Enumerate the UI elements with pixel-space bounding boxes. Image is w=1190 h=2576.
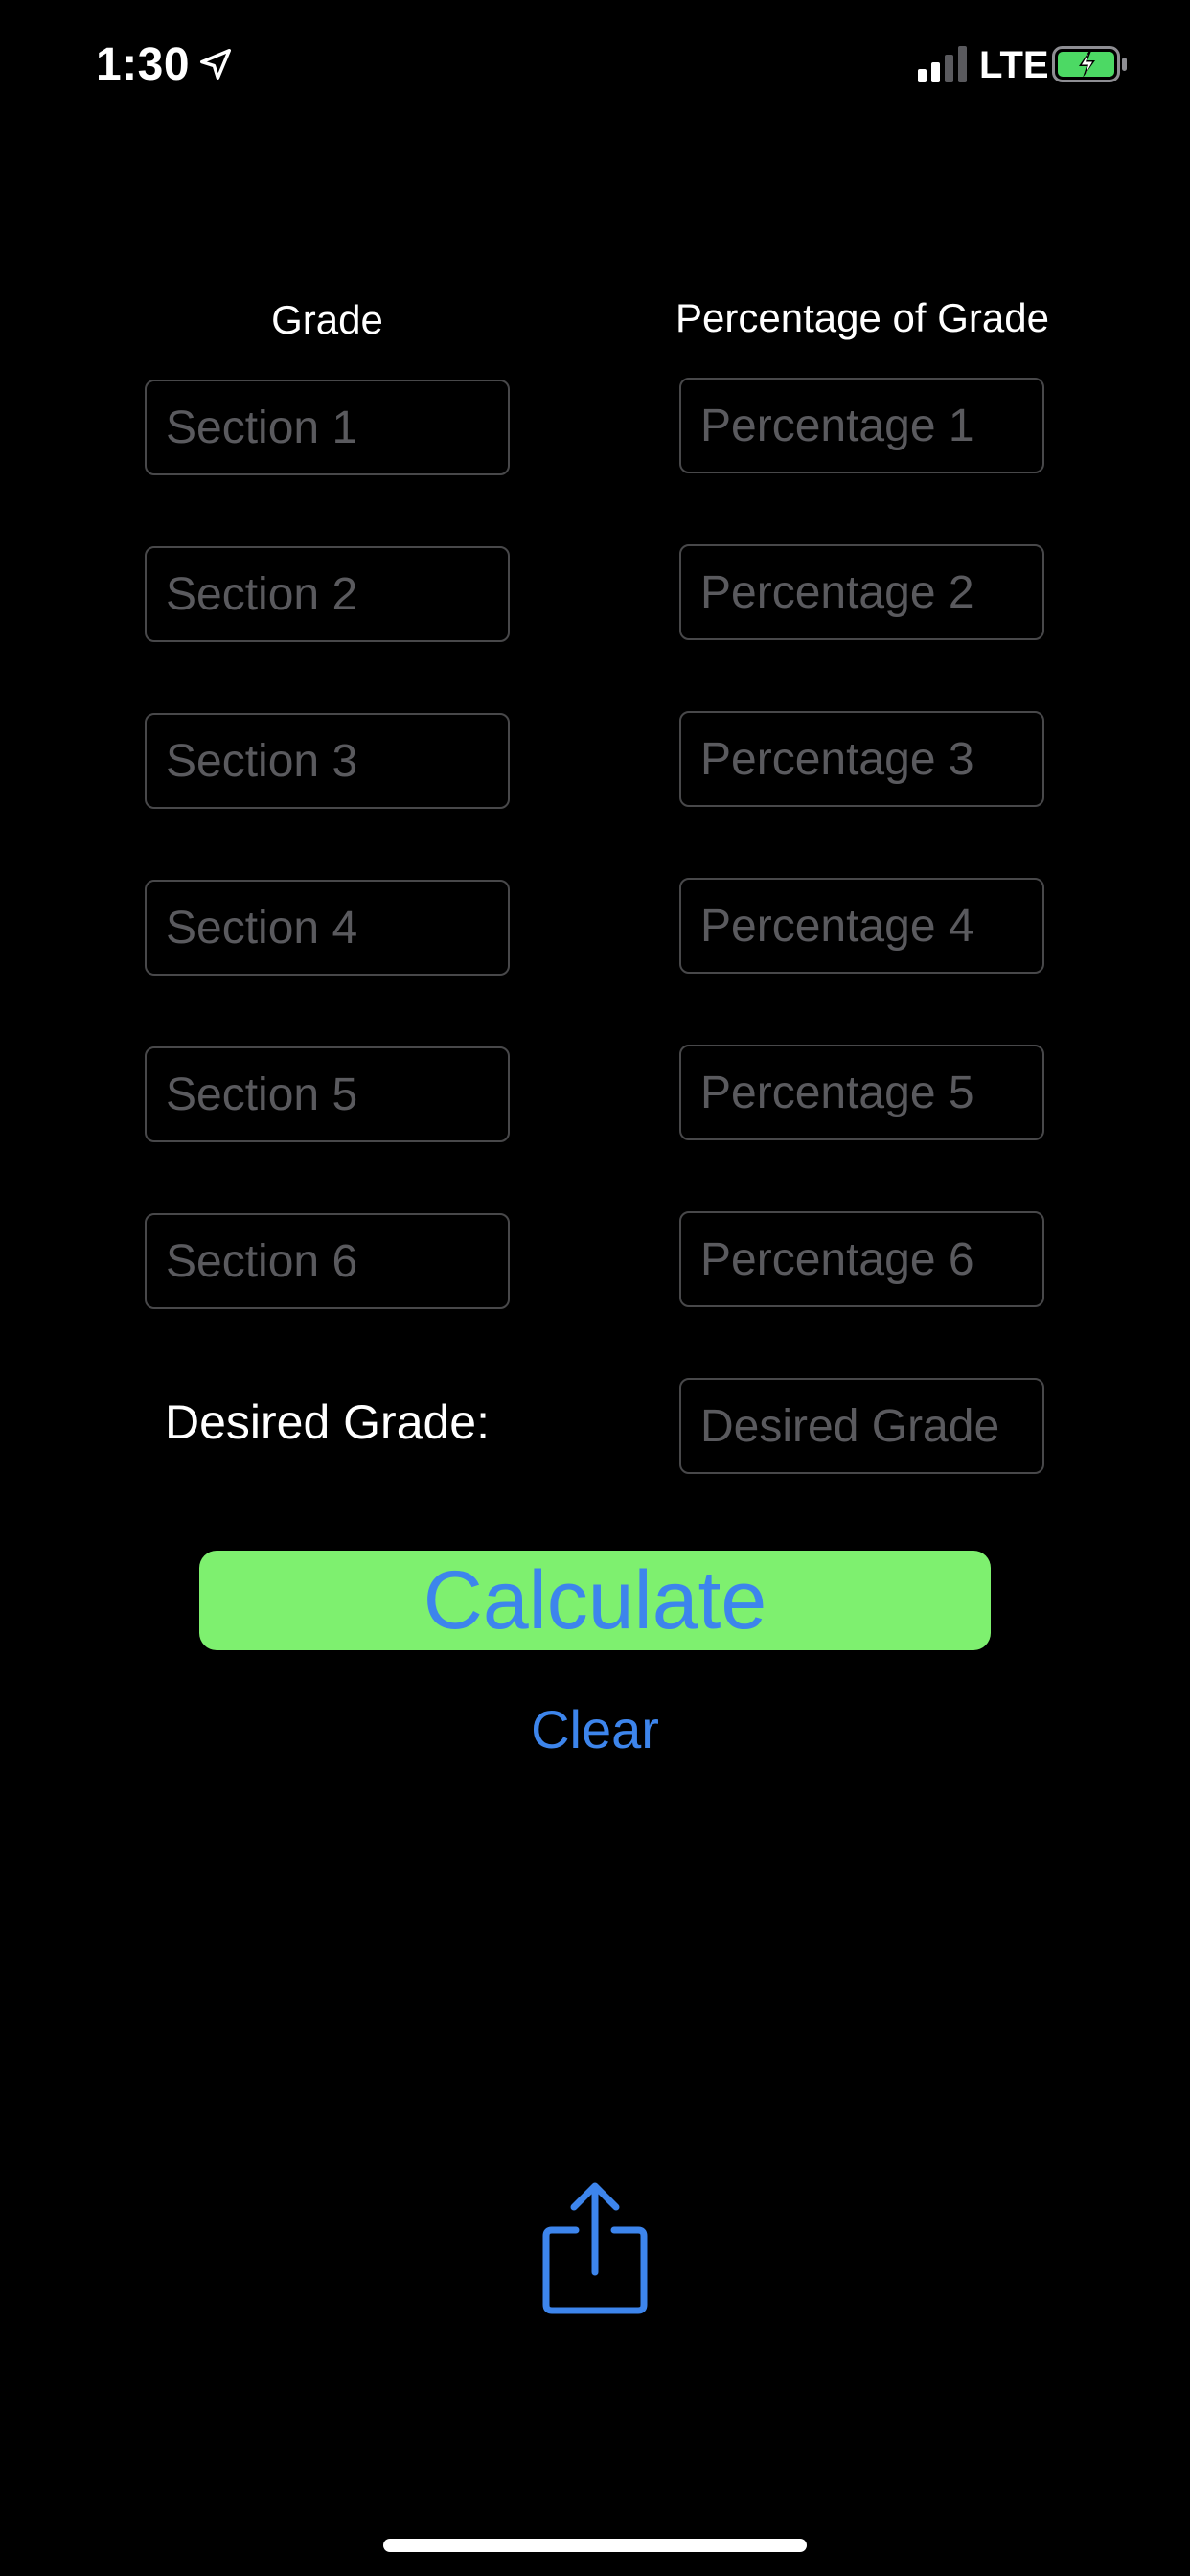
share-icon[interactable]: [542, 2180, 648, 2316]
battery-charging-icon: [1052, 46, 1127, 82]
section-2-percentage-input[interactable]: [679, 544, 1044, 640]
section-6-percentage-input[interactable]: [679, 1211, 1044, 1307]
calculate-button[interactable]: Calculate: [199, 1551, 991, 1650]
status-time: 1:30: [96, 39, 191, 90]
section-2-grade-input[interactable]: [145, 546, 510, 642]
section-3-percentage-input[interactable]: [679, 711, 1044, 807]
section-1-grade-input[interactable]: [145, 380, 510, 475]
clear-button[interactable]: Clear: [451, 1696, 739, 1763]
cellular-signal-icon: [918, 46, 967, 82]
section-1-percentage-input[interactable]: [679, 378, 1044, 473]
section-5-percentage-input[interactable]: [679, 1045, 1044, 1140]
grade-column-header: Grade: [271, 297, 383, 342]
location-arrow-icon: [200, 49, 231, 80]
desired-grade-input[interactable]: [679, 1378, 1044, 1474]
section-6-grade-input[interactable]: [145, 1213, 510, 1309]
desired-grade-label: Desired Grade:: [164, 1395, 491, 1449]
section-4-percentage-input[interactable]: [679, 878, 1044, 974]
section-3-grade-input[interactable]: [145, 713, 510, 809]
section-4-grade-input[interactable]: [145, 880, 510, 976]
home-indicator: [383, 2539, 807, 2552]
percentage-column-header: Percentage of Grade: [675, 295, 1049, 340]
section-5-grade-input[interactable]: [145, 1046, 510, 1142]
network-type-label: LTE: [979, 44, 1049, 86]
